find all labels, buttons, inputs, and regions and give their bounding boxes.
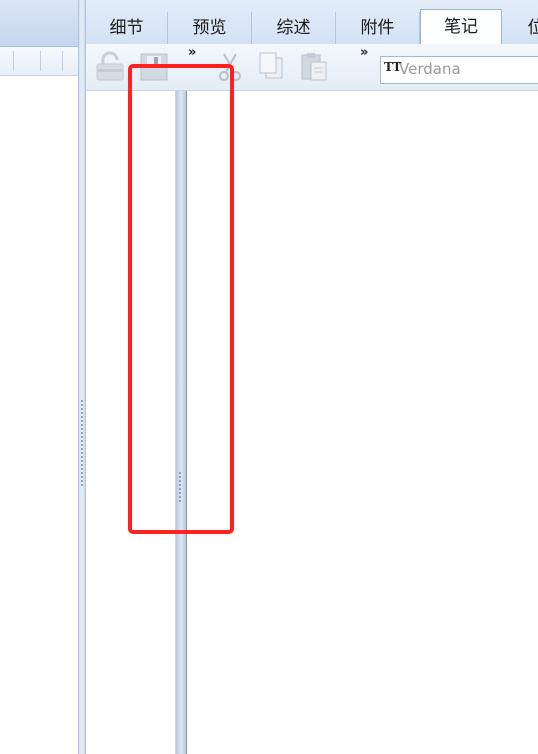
tab-attachments[interactable]: 附件 xyxy=(336,12,420,44)
left-pane-column-header[interactable] xyxy=(0,47,78,76)
font-family-value: Verdana xyxy=(399,60,461,78)
paste-icon[interactable] xyxy=(298,50,330,82)
toolbar-overflow-chevron[interactable]: » xyxy=(188,45,197,60)
splitter-grip-icon xyxy=(81,400,84,488)
note-editor[interactable] xyxy=(186,91,538,754)
font-family-select[interactable]: TT Verdana xyxy=(380,56,538,84)
toolbar-overflow-chevron[interactable]: » xyxy=(360,45,369,60)
tab-summary[interactable]: 综述 xyxy=(252,12,336,44)
tab-notes[interactable]: 笔记 xyxy=(420,9,502,45)
main-splitter[interactable] xyxy=(78,0,86,754)
column-divider[interactable] xyxy=(62,51,63,71)
lock-icon[interactable] xyxy=(94,50,126,82)
highlight-annotation-box xyxy=(128,64,234,534)
left-pane-header xyxy=(0,0,78,47)
tab-location[interactable]: 位 xyxy=(506,12,538,44)
left-pane xyxy=(0,0,78,754)
column-divider[interactable] xyxy=(13,51,14,71)
copy-icon[interactable] xyxy=(256,50,288,82)
tab-details[interactable]: 细节 xyxy=(86,12,168,44)
tab-preview[interactable]: 预览 xyxy=(168,12,252,44)
tab-bar: 细节 预览 综述 附件 笔记 位 xyxy=(86,0,538,45)
column-divider[interactable] xyxy=(40,51,41,71)
